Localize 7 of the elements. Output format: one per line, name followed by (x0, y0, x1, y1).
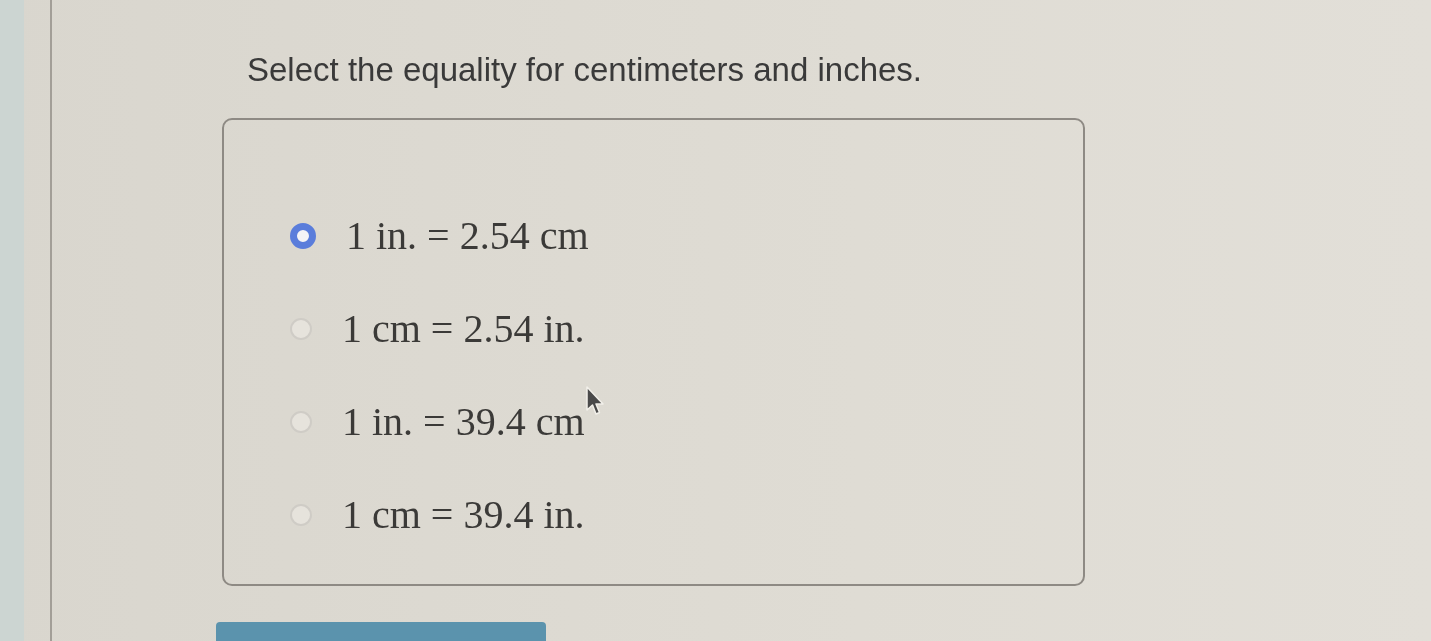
question-text: Select the equality for centimeters and inches. (247, 50, 923, 90)
option-label[interactable]: 1 in. = 2.54 cm (346, 213, 589, 258)
option-label[interactable]: 1 cm = 39.4 in. (342, 492, 585, 537)
option-label[interactable]: 1 cm = 2.54 in. (342, 306, 585, 351)
radio-button[interactable] (290, 223, 316, 249)
option-label[interactable]: 1 in. = 39.4 cm (342, 399, 585, 444)
mouse-pointer-icon (584, 386, 605, 416)
